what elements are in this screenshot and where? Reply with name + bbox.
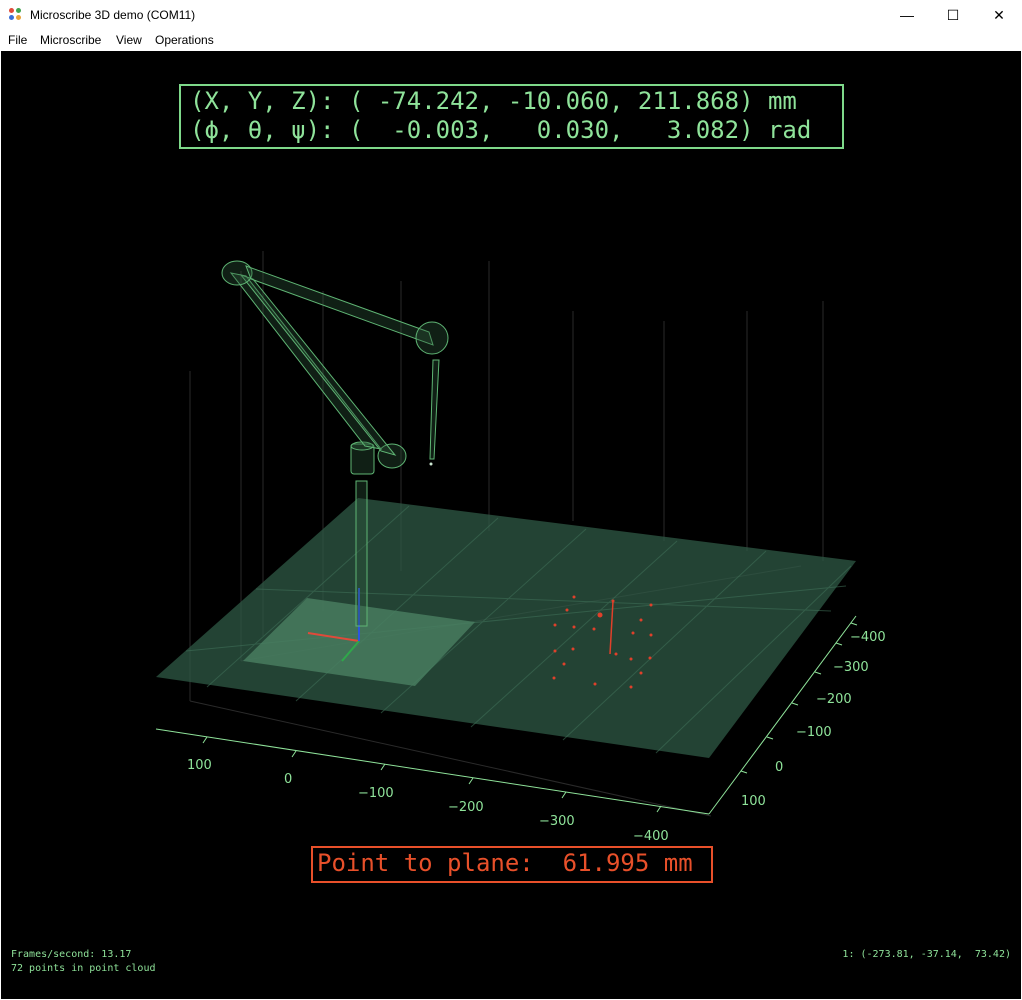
minimize-button[interactable]: — [884,0,930,30]
y-tick-label: −200 [816,692,852,707]
app-icon [9,8,23,22]
x-tick-label: −400 [633,829,669,844]
point-to-plane-readout: Point to plane: 61.995 mm [311,846,713,883]
close-icon: ✕ [993,6,1005,23]
menu-file[interactable]: File [8,33,27,47]
menu-bar: File Microscribe View Operations [0,30,1022,50]
x-tick-label: −200 [448,800,484,815]
menu-view[interactable]: View [116,33,142,47]
y-tick-label: −300 [833,660,869,675]
3d-viewport[interactable]: 100 0 −100 −200 −300 −400 −400 −300 −200… [1,51,1021,999]
y-tick-label: 0 [775,760,783,775]
base-plane [156,498,856,758]
y-tick-label: −100 [796,725,832,740]
window-title: Microscribe 3D demo (COM11) [30,8,196,22]
menu-microscribe[interactable]: Microscribe [40,33,101,47]
maximize-button[interactable]: ☐ [930,0,976,30]
fps-status: Frames/second: 13.17 [11,949,132,960]
y-tick-label: 100 [741,794,766,809]
pose-readout: (X, Y, Z): ( -74.242, -10.060, 211.868) … [179,84,844,149]
x-tick-label: 100 [187,758,212,773]
x-tick-label: −300 [539,814,575,829]
minimize-icon: — [900,7,914,23]
x-tick-label: −100 [358,786,394,801]
maximize-icon: ☐ [946,6,960,23]
point-count-status: 72 points in point cloud [11,963,156,974]
probe-tip [429,462,433,466]
last-point-status: 1: (-273.81, -37.14, 73.42) [842,949,1011,960]
close-button[interactable]: ✕ [976,0,1022,30]
x-tick-label: 0 [284,772,292,787]
xyz-readout: (X, Y, Z): ( -74.242, -10.060, 211.868) … [190,87,797,115]
menu-operations[interactable]: Operations [155,33,214,47]
y-tick-label: −400 [850,630,886,645]
angles-readout: (ϕ, θ, ψ): ( -0.003, 0.030, 3.082) rad [190,116,812,144]
title-bar[interactable]: Microscribe 3D demo (COM11) — ☐ ✕ [0,0,1022,30]
